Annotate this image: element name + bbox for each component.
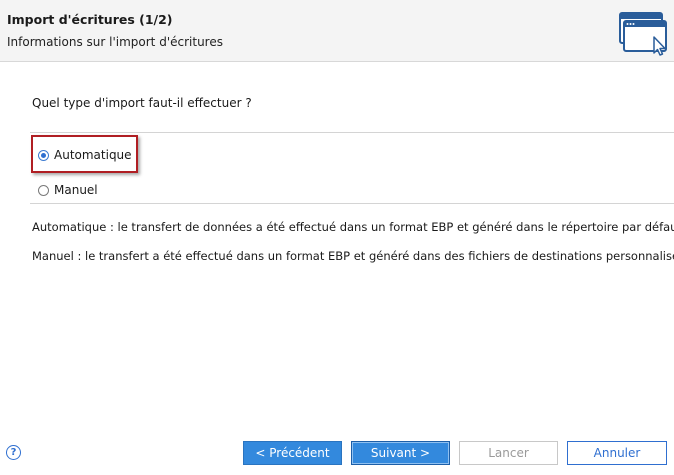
page-subtitle: Informations sur l'import d'écritures bbox=[7, 35, 223, 49]
radio-manuel[interactable]: Manuel bbox=[38, 183, 98, 197]
window-cursor-icon bbox=[619, 12, 667, 56]
wizard-header: Import d'écritures (1/2) Informations su… bbox=[0, 0, 674, 62]
import-type-question: Quel type d'import faut-il effectuer ? bbox=[32, 96, 252, 110]
previous-button[interactable]: < Précédent bbox=[243, 441, 342, 465]
launch-button[interactable]: Lancer bbox=[459, 441, 558, 465]
radio-manuel-label: Manuel bbox=[54, 183, 98, 197]
radio-automatique-label: Automatique bbox=[54, 148, 132, 162]
cancel-button[interactable]: Annuler bbox=[567, 441, 667, 465]
radio-automatique[interactable]: Automatique bbox=[38, 148, 132, 162]
next-button[interactable]: Suivant > bbox=[351, 441, 450, 465]
page-title: Import d'écritures (1/2) bbox=[7, 12, 173, 27]
description-automatique: Automatique : le transfert de données a … bbox=[32, 220, 674, 234]
radio-unselected-icon[interactable] bbox=[38, 184, 49, 196]
description-manuel: Manuel : le transfert a été effectué dan… bbox=[32, 249, 674, 263]
help-icon[interactable]: ? bbox=[6, 445, 21, 460]
radio-selected-icon[interactable] bbox=[38, 149, 49, 161]
